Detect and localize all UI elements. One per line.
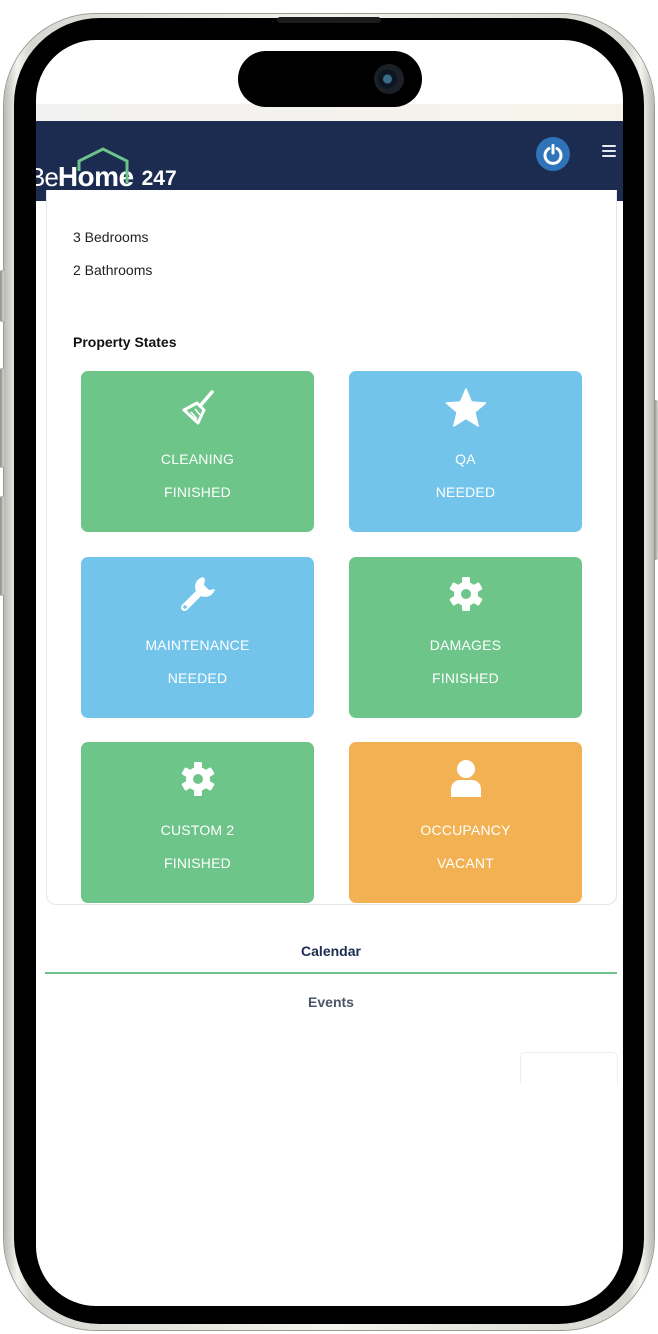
bedrooms-count: 3 Bedrooms	[73, 229, 149, 245]
property-states-title: Property States	[73, 334, 177, 350]
state-tile-qa[interactable]: QA NEEDED	[349, 371, 582, 532]
state-tile-custom-2[interactable]: CUSTOM 2 FINISHED	[81, 742, 314, 903]
gear-icon	[449, 577, 482, 611]
state-status: FINISHED	[164, 484, 231, 500]
gear-icon	[181, 762, 214, 796]
state-name: QA	[455, 451, 476, 467]
logo-be: Be	[36, 162, 59, 192]
house-roof-icon	[77, 147, 129, 183]
state-name: CUSTOM 2	[160, 822, 235, 838]
hamburger-menu-icon-bar	[602, 150, 616, 152]
state-tile-damages[interactable]: DAMAGES FINISHED	[349, 557, 582, 718]
earpiece-speaker	[277, 17, 381, 23]
phone-screen: Be Home 247 3 Bedrooms 2 Bathrooms Prope…	[36, 40, 623, 1306]
side-button-action	[0, 270, 4, 322]
hamburger-menu-button[interactable]	[602, 145, 616, 159]
state-name: CLEANING	[160, 451, 235, 467]
wrench-icon	[180, 577, 215, 612]
power-button[interactable]	[536, 137, 570, 171]
dynamic-island	[238, 51, 422, 107]
side-button-volume-down	[0, 496, 4, 596]
star-icon	[445, 388, 486, 427]
tab-events[interactable]: Events	[45, 994, 617, 1010]
state-status: FINISHED	[164, 855, 231, 871]
power-icon	[543, 144, 563, 165]
user-icon	[450, 760, 481, 797]
state-name: DAMAGES	[429, 637, 502, 653]
state-tile-cleaning[interactable]: CLEANING FINISHED	[81, 371, 314, 532]
bathrooms-count: 2 Bathrooms	[73, 262, 153, 278]
hamburger-menu-icon-bar	[602, 145, 616, 147]
state-status: NEEDED	[435, 484, 496, 500]
tab-calendar[interactable]: Calendar	[45, 943, 617, 959]
state-status: FINISHED	[432, 670, 499, 686]
logo-home: Home	[58, 147, 134, 193]
broom-icon	[182, 390, 214, 425]
state-tile-occupancy[interactable]: OCCUPANCY VACANT	[349, 742, 582, 903]
state-name: OCCUPANCY	[420, 822, 511, 838]
state-tile-maintenance[interactable]: MAINTENANCE NEEDED	[81, 557, 314, 718]
logo-247: 247	[141, 167, 177, 190]
property-card: 3 Bedrooms 2 Bathrooms Property States C…	[46, 190, 617, 905]
side-button-volume-up	[0, 368, 4, 468]
tab-active-indicator	[45, 972, 617, 974]
app-header: Be Home 247	[36, 121, 623, 201]
front-camera	[374, 64, 404, 94]
behome247-logo[interactable]: Be Home 247	[36, 133, 177, 193]
side-button-power	[654, 400, 658, 560]
hamburger-menu-icon-bar	[602, 155, 616, 157]
partial-panel	[520, 1052, 618, 1083]
state-status: NEEDED	[167, 670, 228, 686]
state-status: VACANT	[437, 855, 494, 871]
state-name: MAINTENANCE	[145, 637, 250, 653]
